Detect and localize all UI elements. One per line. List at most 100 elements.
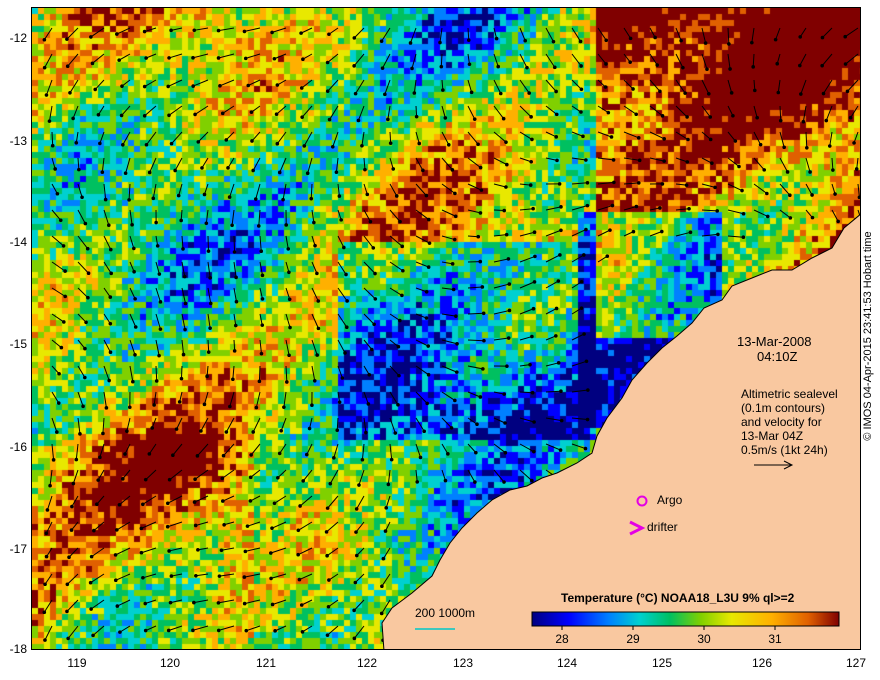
velocity-arrow-head (368, 219, 373, 224)
velocity-arrow (493, 417, 506, 424)
velocity-arrow (169, 547, 183, 552)
velocity-arrow-head (354, 530, 358, 534)
velocity-arrow-head (44, 531, 49, 536)
velocity-arrow-head (843, 62, 848, 66)
velocity-arrow (247, 521, 261, 527)
velocity-arrow-head (503, 421, 507, 425)
velocity-arrow-head (585, 417, 590, 422)
velocity-arrow (77, 391, 84, 407)
velocity-arrow-head (606, 110, 611, 115)
velocity-arrow (545, 254, 561, 263)
velocity-arrow (493, 283, 510, 289)
velocity-arrow-head (63, 269, 67, 273)
velocity-arrow-head (324, 530, 329, 534)
velocity-arrow (225, 417, 235, 433)
velocity-arrow (597, 205, 613, 211)
velocity-arrow-head (410, 66, 414, 71)
velocity-arrow (415, 209, 430, 220)
velocity-arrow-head (127, 405, 132, 410)
velocity-arrow (441, 235, 455, 241)
velocity-arrow-head (628, 60, 632, 64)
velocity-arrow (117, 599, 131, 607)
velocity-arrow (194, 105, 209, 115)
velocity-arrow (327, 625, 339, 636)
velocity-arrow (415, 261, 429, 268)
velocity-arrow-head (684, 183, 689, 187)
velocity-arrow-head (504, 232, 509, 237)
velocity-arrow-head (285, 380, 289, 384)
velocity-arrow-head (559, 205, 563, 209)
velocity-arrow (519, 53, 528, 68)
velocity-arrow (493, 337, 509, 341)
velocity-arrow (152, 183, 157, 199)
velocity-arrow-head (628, 36, 633, 41)
velocity-arrow (146, 131, 157, 146)
velocity-arrow-head (525, 65, 529, 70)
velocity-arrow-head (852, 141, 856, 145)
velocity-arrow-head (715, 209, 720, 213)
velocity-arrow (90, 599, 105, 610)
velocity-arrow-head (353, 580, 358, 585)
velocity-arrow (805, 157, 811, 173)
velocity-arrow (675, 79, 686, 94)
velocity-arrow (545, 390, 561, 393)
velocity-arrow-head (216, 601, 221, 605)
velocity-arrow (493, 131, 507, 143)
note-line: 13-Mar 04Z (741, 429, 804, 443)
velocity-arrow-head (532, 420, 536, 424)
velocity-arrow (845, 53, 859, 65)
velocity-arrow-head (737, 164, 741, 169)
velocity-arrow (493, 79, 502, 94)
velocity-arrow-head (427, 241, 432, 245)
velocity-arrow-head (232, 349, 237, 353)
velocity-arrow-head (307, 426, 312, 431)
velocity-arrow (77, 235, 89, 250)
velocity-arrow-head (287, 297, 292, 302)
velocity-arrow (389, 209, 401, 222)
velocity-arrow (727, 53, 731, 70)
velocity-arrow (258, 365, 261, 382)
velocity-arrow-head (270, 602, 275, 607)
velocity-arrow-head (554, 135, 559, 139)
velocity-arrow (519, 255, 536, 263)
velocity-arrow (248, 79, 261, 86)
velocity-arrow-head (254, 405, 259, 410)
velocity-arrow-head (750, 40, 754, 45)
velocity-arrow-head (109, 271, 114, 276)
velocity-arrow-head (636, 181, 641, 185)
velocity-arrow (545, 206, 562, 211)
velocity-arrow (311, 209, 315, 223)
velocity-arrow (389, 443, 393, 460)
velocity-arrow (51, 443, 55, 460)
velocity-arrow-head (384, 506, 389, 510)
velocity-arrow-head (605, 254, 610, 259)
velocity-arrow-head (530, 334, 534, 339)
velocity-arrow-head (685, 115, 689, 119)
note-line: 0.5m/s (1kt 24h) (741, 443, 828, 457)
velocity-arrow-head (193, 112, 197, 117)
velocity-arrow (623, 157, 640, 161)
velocity-arrow (337, 183, 340, 197)
velocity-arrow (169, 469, 183, 481)
velocity-arrow (103, 391, 107, 408)
velocity-arrow (155, 261, 160, 275)
velocity-arrow-head (559, 228, 563, 233)
velocity-arrow-head (298, 504, 302, 508)
velocity-arrow-head (555, 158, 559, 163)
velocity-arrow-head (788, 216, 793, 220)
velocity-arrow-head (88, 580, 93, 585)
velocity-arrow (354, 573, 365, 583)
velocity-arrow-head (831, 168, 835, 172)
velocity-arrow-head (687, 206, 691, 211)
velocity-arrow (180, 365, 183, 379)
velocity-arrow-head (86, 295, 90, 300)
velocity-arrow (467, 131, 479, 145)
velocity-arrow (519, 469, 533, 481)
velocity-arrow-head (370, 347, 374, 352)
velocity-arrow (337, 313, 348, 328)
velocity-arrow-head (415, 480, 420, 484)
velocity-arrow-head (357, 483, 361, 487)
velocity-arrow (493, 105, 505, 119)
velocity-arrow-head (507, 308, 512, 313)
velocity-arrow-head (579, 64, 583, 68)
